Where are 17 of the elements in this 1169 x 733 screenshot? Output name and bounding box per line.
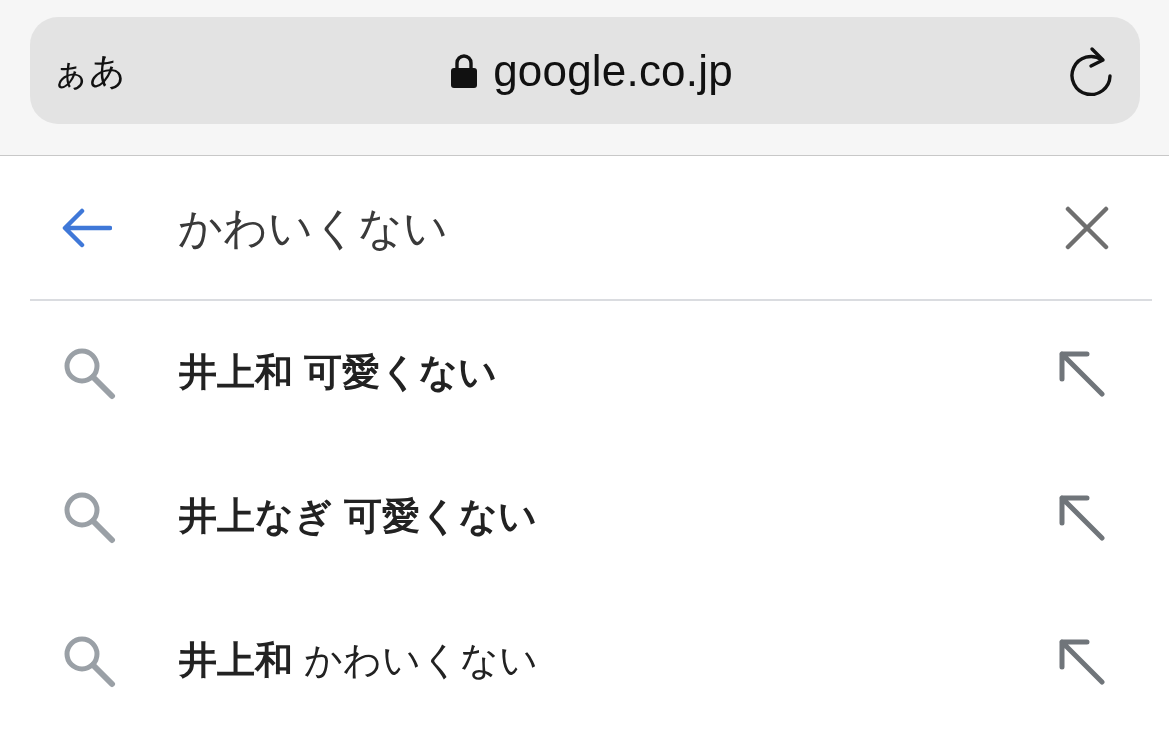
suggestion-text[interactable]: 井上和 かわいくない [179,638,1057,684]
text-size-button[interactable]: ぁあ [52,52,126,89]
suggestion-text[interactable]: 井上和 可愛くない [179,350,1057,396]
lock-icon [451,53,478,88]
search-icon [62,346,116,400]
search-icon [62,634,116,688]
suggestion-text[interactable]: 井上なぎ 可愛くない [179,494,1057,540]
address-bar[interactable]: ぁあ google.co.jp [30,17,1140,124]
arrow-up-left-icon[interactable] [1057,493,1105,541]
search-field[interactable]: かわいくない [178,194,1065,261]
close-icon[interactable] [1065,205,1109,250]
search-icon [62,490,116,544]
arrow-up-left-icon[interactable] [1057,349,1105,397]
back-arrow-icon[interactable] [62,207,112,248]
arrow-up-left-icon[interactable] [1057,637,1105,685]
reload-icon[interactable] [1068,45,1114,96]
url-text[interactable]: google.co.jp [493,48,733,93]
